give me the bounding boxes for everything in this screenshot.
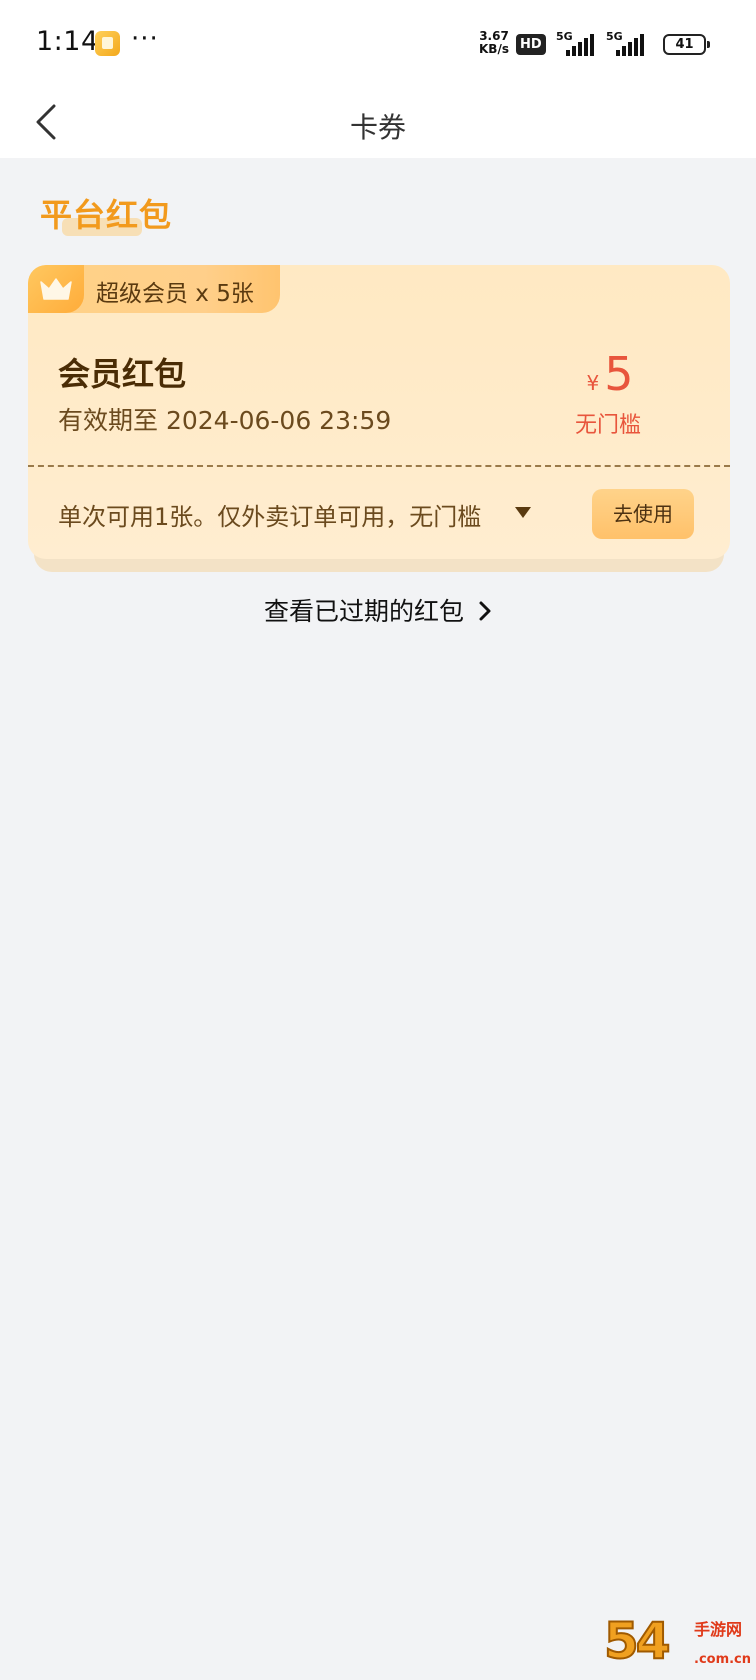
hd-voice-icon: HD <box>516 34 546 55</box>
page-title: 卡券 <box>349 111 406 144</box>
coupon-validity: 有效期至 2024-06-06 23:59 <box>58 406 392 435</box>
network-speed-unit: KB/s <box>479 42 509 56</box>
more-notifications-icon: ··· <box>131 24 159 54</box>
coupon-name: 会员红包 <box>58 355 187 393</box>
status-bar: 1:14 ··· 3.67 KB/s HD 5G 5G 41 <box>0 0 756 88</box>
view-expired-link[interactable]: 查看已过期的红包 <box>0 592 756 628</box>
coupon-rule-text: 单次可用1张。仅外卖订单可用，无门槛 <box>58 503 482 531</box>
watermark-domain: .com.cn <box>694 1652 752 1667</box>
network-speed: 3.67 KB/s <box>476 30 512 56</box>
chevron-right-icon <box>479 601 491 621</box>
watermark-main: 54 <box>603 1611 672 1671</box>
watermark-logo: 54 手游网 .com.cn <box>603 1611 752 1676</box>
coupon-threshold: 无门槛 <box>574 413 641 438</box>
currency-symbol: ¥ <box>586 371 600 395</box>
amount-value: 5 <box>604 347 634 401</box>
section-title: 平台红包 <box>40 196 173 234</box>
crown-icon <box>40 278 72 300</box>
crown-icon-box <box>28 265 84 313</box>
status-time: 1:14 <box>36 26 99 57</box>
use-coupon-button[interactable]: 去使用 <box>592 489 694 539</box>
dashed-divider <box>28 465 730 467</box>
notes-app-icon <box>95 31 120 56</box>
triangle-down-icon <box>515 507 531 518</box>
member-tag-label: 超级会员 x 5张 <box>96 281 254 307</box>
coupon-amount: ¥ 5 <box>550 347 670 401</box>
expand-rule-button[interactable] <box>512 501 534 523</box>
view-expired-label: 查看已过期的红包 <box>264 597 465 626</box>
battery-icon: 41 <box>663 34 710 55</box>
member-tag: 超级会员 x 5张 <box>28 265 280 313</box>
coupon-card: 超级会员 x 5张 会员红包 有效期至 2024-06-06 23:59 ¥ 5… <box>28 265 730 559</box>
signal-2-icon: 5G <box>606 30 646 58</box>
nav-header: 卡券 <box>0 88 756 158</box>
watermark-side: 手游网 <box>694 1620 743 1639</box>
signal-1-icon: 5G <box>556 30 596 58</box>
